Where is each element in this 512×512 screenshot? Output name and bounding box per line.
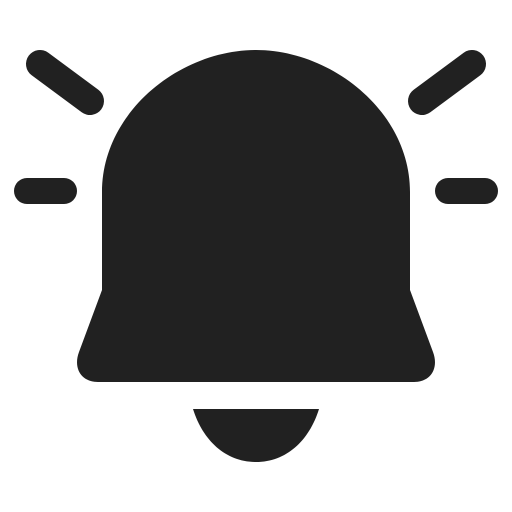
ray-top-right-icon	[408, 50, 486, 115]
icon-canvas	[0, 0, 512, 512]
bell-body-icon	[77, 50, 435, 382]
ray-top-left-icon	[26, 50, 104, 115]
bell-clapper-icon	[193, 409, 319, 462]
bell-alert-icon	[14, 50, 498, 462]
